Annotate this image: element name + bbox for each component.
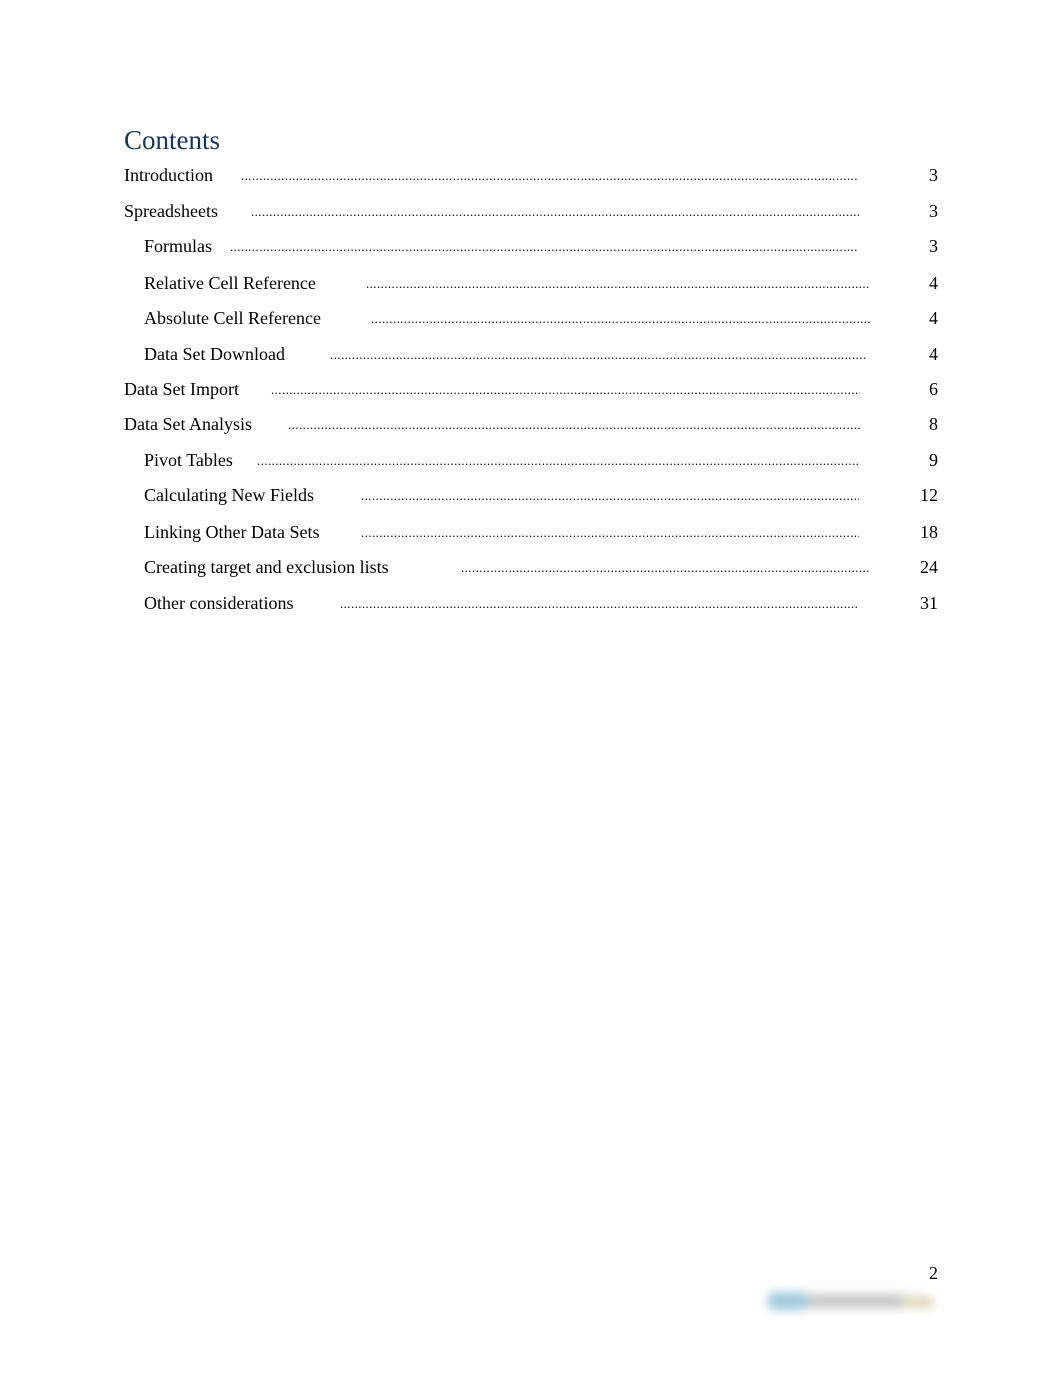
toc-entry-label[interactable]: Linking Other Data Sets — [144, 522, 319, 543]
toc-entry-label[interactable]: Calculating New Fields — [144, 485, 314, 506]
toc-entry-page[interactable]: 8 — [929, 414, 938, 435]
toc-leader-dots: ........................................… — [340, 596, 858, 611]
toc-entry[interactable]: Calculating New Fields .................… — [0, 485, 1062, 509]
toc-leader-dots: ........................................… — [371, 311, 870, 326]
toc-entry-label[interactable]: Data Set Download — [144, 344, 285, 365]
toc-entry-page[interactable]: 6 — [929, 379, 938, 400]
toc-entry-label[interactable]: Data Set Analysis — [124, 414, 252, 435]
watermark-logo-text — [806, 1294, 906, 1308]
toc-entry-page[interactable]: 18 — [920, 522, 938, 543]
toc-leader-dots: ........................................… — [461, 560, 870, 575]
toc-title: Contents — [124, 125, 221, 155]
toc-entry-label[interactable]: Pivot Tables — [144, 450, 233, 471]
toc-entry-label[interactable]: Data Set Import — [124, 379, 239, 400]
toc-leader-dots: ........................................… — [288, 417, 862, 432]
toc-leader-dots: ........................................… — [257, 453, 859, 468]
toc-entry[interactable]: Introduction ...........................… — [0, 165, 1062, 189]
page-number: 2 — [929, 1263, 938, 1283]
toc-entry[interactable]: Spreadsheets ...........................… — [0, 201, 1062, 225]
toc-leader-dots: ........................................… — [230, 239, 857, 254]
toc-entry-page[interactable]: 3 — [929, 236, 938, 257]
toc-entry-label[interactable]: Absolute Cell Reference — [144, 308, 321, 329]
toc-entry[interactable]: Data Set Import ........................… — [0, 379, 1062, 403]
toc-entry[interactable]: Creating target and exclusion lists ....… — [0, 557, 1062, 581]
toc-entry-page[interactable]: 4 — [929, 344, 938, 365]
toc-leader-dots: ........................................… — [251, 204, 859, 219]
toc-entry[interactable]: Relative Cell Reference ................… — [0, 273, 1062, 297]
toc-entry-page[interactable]: 12 — [920, 485, 938, 506]
toc-entry-label[interactable]: Spreadsheets — [124, 201, 218, 222]
toc-leader-dots: ........................................… — [330, 347, 866, 362]
toc-leader-dots: ........................................… — [241, 168, 859, 183]
toc-leader-dots: ........................................… — [361, 488, 859, 503]
toc-entry[interactable]: Data Set Download ......................… — [0, 344, 1062, 368]
toc-entry-page[interactable]: 3 — [929, 201, 938, 222]
toc-entry-page[interactable]: 4 — [929, 308, 938, 329]
watermark-logo-mark — [768, 1292, 808, 1310]
toc-entry-label[interactable]: Creating target and exclusion lists — [144, 557, 389, 578]
toc-entry-page[interactable]: 9 — [929, 450, 938, 471]
toc-entry[interactable]: Formulas ...............................… — [0, 236, 1062, 260]
toc-entry-label[interactable]: Formulas — [144, 236, 212, 257]
toc-entry[interactable]: Data Set Analysis ......................… — [0, 414, 1062, 438]
toc-entry-label[interactable]: Introduction — [124, 165, 213, 186]
toc-entry[interactable]: Absolute Cell Reference ................… — [0, 308, 1062, 332]
toc-entry[interactable]: Other considerations ...................… — [0, 593, 1062, 617]
toc-leader-dots: ........................................… — [361, 525, 859, 540]
toc-entry-page[interactable]: 31 — [920, 593, 938, 614]
toc-leader-dots: ........................................… — [366, 276, 870, 291]
watermark-logo — [762, 1288, 942, 1314]
toc-entry-label[interactable]: Relative Cell Reference — [144, 273, 316, 294]
toc-entry-page[interactable]: 3 — [929, 165, 938, 186]
toc-entry[interactable]: Linking Other Data Sets ................… — [0, 522, 1062, 546]
toc-entry-label[interactable]: Other considerations — [144, 593, 293, 614]
toc-entry[interactable]: Pivot Tables ...........................… — [0, 450, 1062, 474]
toc-entry-page[interactable]: 24 — [920, 557, 938, 578]
toc-leader-dots: ........................................… — [271, 382, 860, 397]
watermark-logo-suffix — [902, 1296, 934, 1308]
toc-entry-page[interactable]: 4 — [929, 273, 938, 294]
